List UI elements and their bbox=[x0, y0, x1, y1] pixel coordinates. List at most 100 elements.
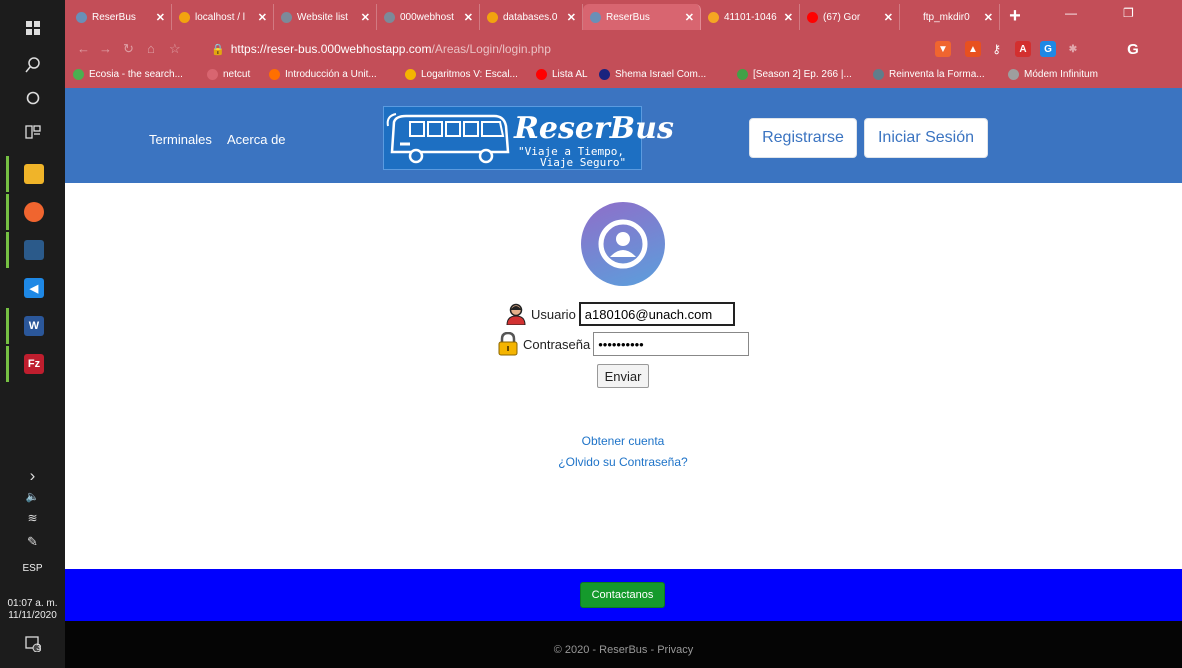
nav-terminales[interactable]: Terminales bbox=[149, 132, 212, 147]
tab-localhost[interactable]: localhost / l ✕ bbox=[172, 4, 274, 30]
submit-button[interactable]: Enviar bbox=[597, 364, 649, 388]
bookmark-ecosia[interactable]: Ecosia - the search... bbox=[73, 69, 183, 80]
pdf-extension-icon[interactable]: A bbox=[1015, 41, 1031, 57]
bookmark-unity[interactable]: Introducción a Unit... bbox=[269, 69, 377, 80]
running-indicator bbox=[6, 308, 9, 344]
clock-date[interactable]: 11/11/2020 bbox=[0, 610, 65, 622]
vscode-icon[interactable]: ◀ bbox=[0, 268, 65, 308]
bookmark-label: Ecosia - the search... bbox=[89, 69, 183, 80]
tab-ftp-mkdir[interactable]: ftp_mkdir0 ✕ bbox=[900, 4, 1000, 30]
new-tab-icon[interactable]: + bbox=[1004, 5, 1026, 27]
profile-icon[interactable]: G bbox=[1125, 41, 1141, 58]
contact-button[interactable]: Contactanos bbox=[580, 582, 665, 608]
tab-reserbus[interactable]: ReserBus ✕ bbox=[69, 4, 172, 30]
network-app-icon[interactable] bbox=[0, 230, 65, 270]
brave-lion-icon bbox=[24, 202, 44, 222]
close-icon[interactable]: ✕ bbox=[361, 11, 370, 24]
tab-reserbus-active[interactable]: ReserBus ✕ bbox=[583, 4, 701, 30]
clock-time[interactable]: 01:07 a. m. bbox=[0, 598, 65, 610]
close-icon[interactable]: ✕ bbox=[464, 11, 473, 24]
tab-label: localhost / l bbox=[195, 11, 246, 23]
address-bar[interactable]: 🔒 https://reser-bus.000webhostapp.com/Ar… bbox=[195, 36, 1015, 62]
bookmark-favicon-icon bbox=[405, 69, 416, 80]
tab-favicon-icon bbox=[281, 11, 292, 23]
bookmark-netcut[interactable]: netcut bbox=[207, 69, 250, 80]
task-view-icon[interactable] bbox=[0, 114, 65, 150]
tab-favicon-icon bbox=[179, 11, 190, 23]
language-indicator[interactable]: ESP bbox=[0, 563, 65, 575]
bookmark-season[interactable]: [Season 2] Ep. 266 |... bbox=[737, 69, 852, 80]
brave-shields-icon[interactable]: ▼ bbox=[935, 41, 951, 57]
running-indicator bbox=[6, 194, 9, 230]
running-indicator bbox=[6, 232, 9, 268]
running-indicator bbox=[6, 346, 9, 382]
tab-databases[interactable]: databases.0 ✕ bbox=[480, 4, 583, 30]
lock-icon: 🔒 bbox=[211, 43, 225, 56]
username-label: Usuario bbox=[531, 306, 576, 322]
search-icon[interactable] bbox=[0, 47, 65, 83]
password-label: Contraseña bbox=[523, 336, 591, 352]
tab-youtube[interactable]: (67) Gor ✕ bbox=[800, 4, 900, 30]
tab-favicon-icon bbox=[708, 11, 719, 23]
username-row: Usuario bbox=[505, 302, 735, 326]
windows-start-icon[interactable] bbox=[0, 10, 65, 46]
bookmark-icon[interactable]: ☆ bbox=[169, 41, 181, 57]
file-explorer-icon[interactable] bbox=[0, 154, 65, 194]
bookmark-label: Logaritmos V: Escal... bbox=[421, 69, 518, 80]
minimize-icon[interactable]: — bbox=[1065, 6, 1077, 20]
close-icon[interactable]: ✕ bbox=[884, 11, 893, 24]
bookmark-favicon-icon bbox=[73, 69, 84, 80]
network-icon bbox=[24, 240, 44, 260]
reload-icon[interactable]: ↻ bbox=[123, 41, 134, 57]
key-icon[interactable]: ⚷ bbox=[992, 42, 1001, 56]
pen-icon[interactable]: ✎ bbox=[0, 524, 65, 560]
bookmark-label: Módem Infinitum bbox=[1024, 69, 1098, 80]
close-icon[interactable]: ✕ bbox=[156, 11, 165, 24]
bookmark-label: Reinventa la Forma... bbox=[889, 69, 985, 80]
extension-icon[interactable]: ✱ bbox=[1065, 41, 1081, 57]
tab-label: (67) Gor bbox=[823, 11, 861, 23]
username-input[interactable] bbox=[578, 302, 735, 326]
forward-icon[interactable]: → bbox=[99, 41, 112, 56]
bookmark-reinventa[interactable]: Reinventa la Forma... bbox=[873, 69, 985, 80]
back-icon[interactable]: ← bbox=[77, 41, 90, 56]
close-icon[interactable]: ✕ bbox=[567, 11, 576, 24]
login-button[interactable]: Iniciar Sesión bbox=[864, 118, 988, 158]
word-icon[interactable]: W bbox=[0, 306, 65, 346]
contact-section: Contactanos bbox=[65, 569, 1182, 621]
cortana-icon[interactable] bbox=[0, 80, 65, 116]
translate-extension-icon[interactable]: G bbox=[1040, 41, 1056, 57]
tab-label: ftp_mkdir0 bbox=[923, 11, 970, 23]
home-icon[interactable]: ⌂ bbox=[147, 41, 155, 56]
tab-website-list[interactable]: Website list ✕ bbox=[274, 4, 377, 30]
nav-acerca-de[interactable]: Acerca de bbox=[227, 132, 286, 147]
filezilla-logo-icon: Fz bbox=[24, 354, 44, 374]
bookmark-modem[interactable]: Módem Infinitum bbox=[1008, 69, 1098, 80]
forgot-password-link[interactable]: ¿Olvido su Contraseña? bbox=[473, 455, 773, 469]
bookmark-label: Shema Israel Com... bbox=[615, 69, 707, 80]
brave-rewards-icon[interactable]: ▲ bbox=[965, 41, 981, 57]
bookmark-favicon-icon bbox=[207, 69, 218, 80]
bookmark-logaritmos[interactable]: Logaritmos V: Escal... bbox=[405, 69, 518, 80]
bookmark-lista-al[interactable]: Lista AL bbox=[536, 69, 588, 80]
get-account-link[interactable]: Obtener cuenta bbox=[473, 434, 773, 448]
tab-000webhost[interactable]: 000webhost ✕ bbox=[377, 4, 480, 30]
avatar bbox=[581, 202, 665, 286]
close-icon[interactable]: ✕ bbox=[784, 11, 793, 24]
password-input[interactable] bbox=[593, 332, 750, 356]
logo-title: ReserBus bbox=[514, 111, 674, 146]
reserbus-logo[interactable]: ReserBus "Viaje a Tiempo, Viaje Seguro" bbox=[383, 106, 674, 170]
bookmarks-bar: Ecosia - the search... netcut Introducci… bbox=[65, 66, 1182, 88]
close-icon[interactable]: ✕ bbox=[984, 11, 993, 24]
filezilla-icon[interactable]: Fz bbox=[0, 344, 65, 384]
close-icon[interactable]: ✕ bbox=[258, 11, 267, 24]
bookmark-shema-israel[interactable]: Shema Israel Com... bbox=[599, 69, 706, 80]
tab-label: 000webhost bbox=[400, 11, 454, 23]
tab-favicon-icon bbox=[487, 11, 498, 23]
brave-browser-icon[interactable] bbox=[0, 192, 65, 232]
maximize-icon[interactable]: ❐ bbox=[1123, 6, 1134, 20]
tab-41101[interactable]: 41101-1046 ✕ bbox=[701, 4, 800, 30]
register-button[interactable]: Registrarse bbox=[749, 118, 857, 158]
tab-label: ReserBus bbox=[606, 11, 650, 23]
close-icon[interactable]: ✕ bbox=[685, 11, 694, 24]
